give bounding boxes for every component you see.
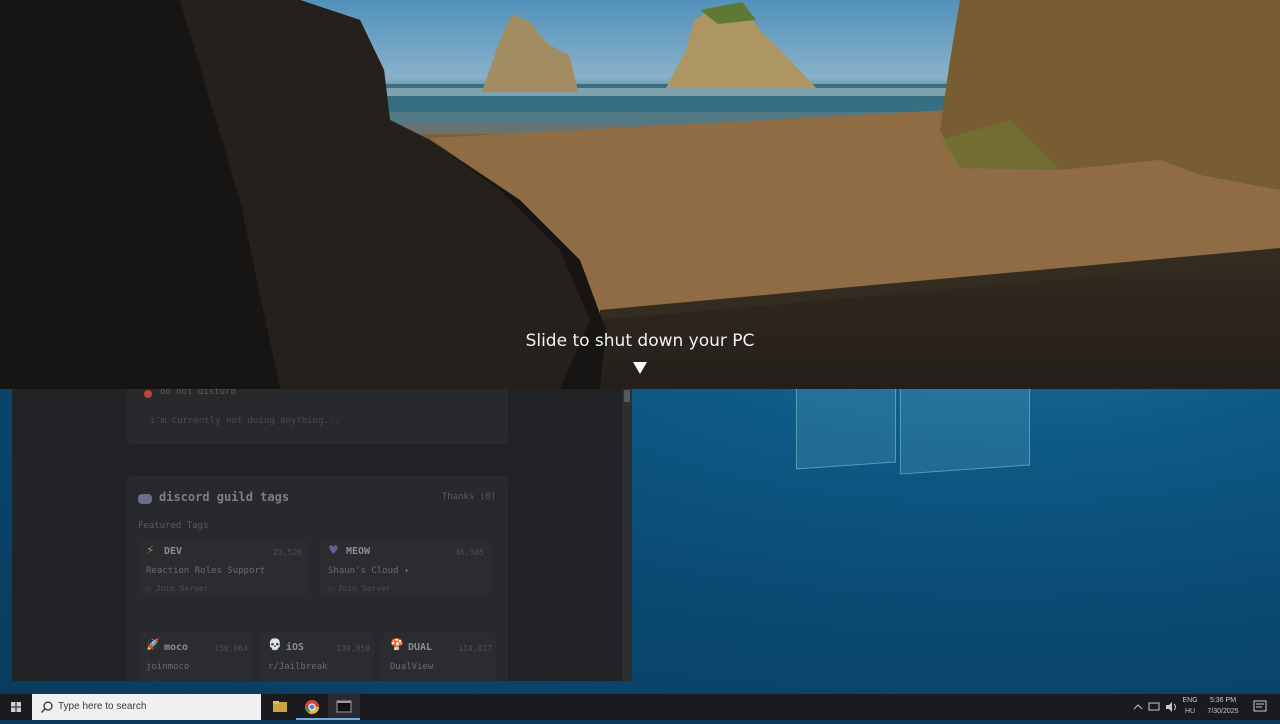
file-explorer-taskbar-button[interactable] (264, 694, 296, 720)
search-icon (41, 701, 53, 713)
chrome-icon (305, 700, 319, 714)
dnd-status-dot (144, 390, 152, 398)
join-server-link[interactable]: ☐ Join Server (328, 584, 391, 593)
heart-icon: ♥ (328, 543, 339, 557)
folder-icon (273, 701, 287, 712)
mushroom-icon: 🍄 (390, 638, 404, 651)
windows-start-icon (11, 702, 21, 712)
language-indicator-top[interactable]: ENG (1178, 697, 1202, 704)
lightning-icon: ⚡ (146, 543, 155, 557)
discord-icon (138, 494, 152, 504)
tag-card[interactable]: 🚀 moco 150,064 joinmoco (138, 632, 252, 681)
vertical-scrollbar[interactable] (622, 388, 632, 681)
start-button[interactable] (0, 694, 32, 720)
volume-icon (1166, 702, 1172, 712)
join-server-link[interactable]: ☐ Join Server (146, 584, 209, 593)
status-text: do not disturb (160, 388, 236, 397)
chrome-taskbar-button[interactable] (296, 694, 328, 720)
network-icon (1148, 702, 1160, 711)
status-card: do not disturb i'm currently not doing a… (126, 388, 508, 444)
down-arrow-icon (633, 362, 647, 374)
app-window[interactable]: do not disturb i'm currently not doing a… (12, 388, 632, 681)
thanks-button[interactable]: Thanks (0) (442, 492, 496, 502)
chevron-up-icon (1133, 704, 1143, 710)
windows-logo-wallpaper (796, 367, 1030, 494)
taskbar: Type here to search ENG HU 5:36 PM 7/30/… (0, 694, 1280, 720)
language-indicator-bottom[interactable]: HU (1178, 708, 1202, 715)
activity-text: i'm currently not doing anything... (150, 416, 340, 426)
notification-icon[interactable] (1248, 694, 1278, 720)
rocket-icon: 🚀 (146, 638, 160, 651)
featured-tags-label: Featured Tags (138, 521, 209, 531)
scrollbar-thumb[interactable] (624, 390, 630, 402)
slide-to-shutdown-panel[interactable]: Slide to shut down your PC (0, 0, 1280, 389)
terminal-icon (336, 700, 352, 713)
guild-tags-title: discord guild tags (159, 490, 290, 504)
taskbar-search-box[interactable]: Type here to search (32, 694, 261, 720)
tag-card[interactable]: 💀 iOS 139,959 r/Jailbreak (260, 632, 374, 681)
featured-tag-card[interactable]: ♥ MEOW 46,305 Shaun's Cloud ✦ ☐ Join Ser… (320, 538, 490, 598)
tag-card[interactable]: 🍄 DUAL 114,017 DualView (382, 632, 496, 681)
terminal-taskbar-button[interactable] (328, 694, 360, 720)
slide-to-shutdown-text: Slide to shut down your PC (525, 331, 755, 351)
clock-date[interactable]: 7/30/2025 (1200, 708, 1246, 715)
clock-time[interactable]: 5:36 PM (1200, 697, 1246, 704)
skull-icon: 💀 (268, 638, 282, 651)
featured-tag-card[interactable]: ⚡ DEV 23,526 Reaction Roles Support ☐ Jo… (138, 538, 308, 598)
search-placeholder: Type here to search (58, 701, 147, 712)
